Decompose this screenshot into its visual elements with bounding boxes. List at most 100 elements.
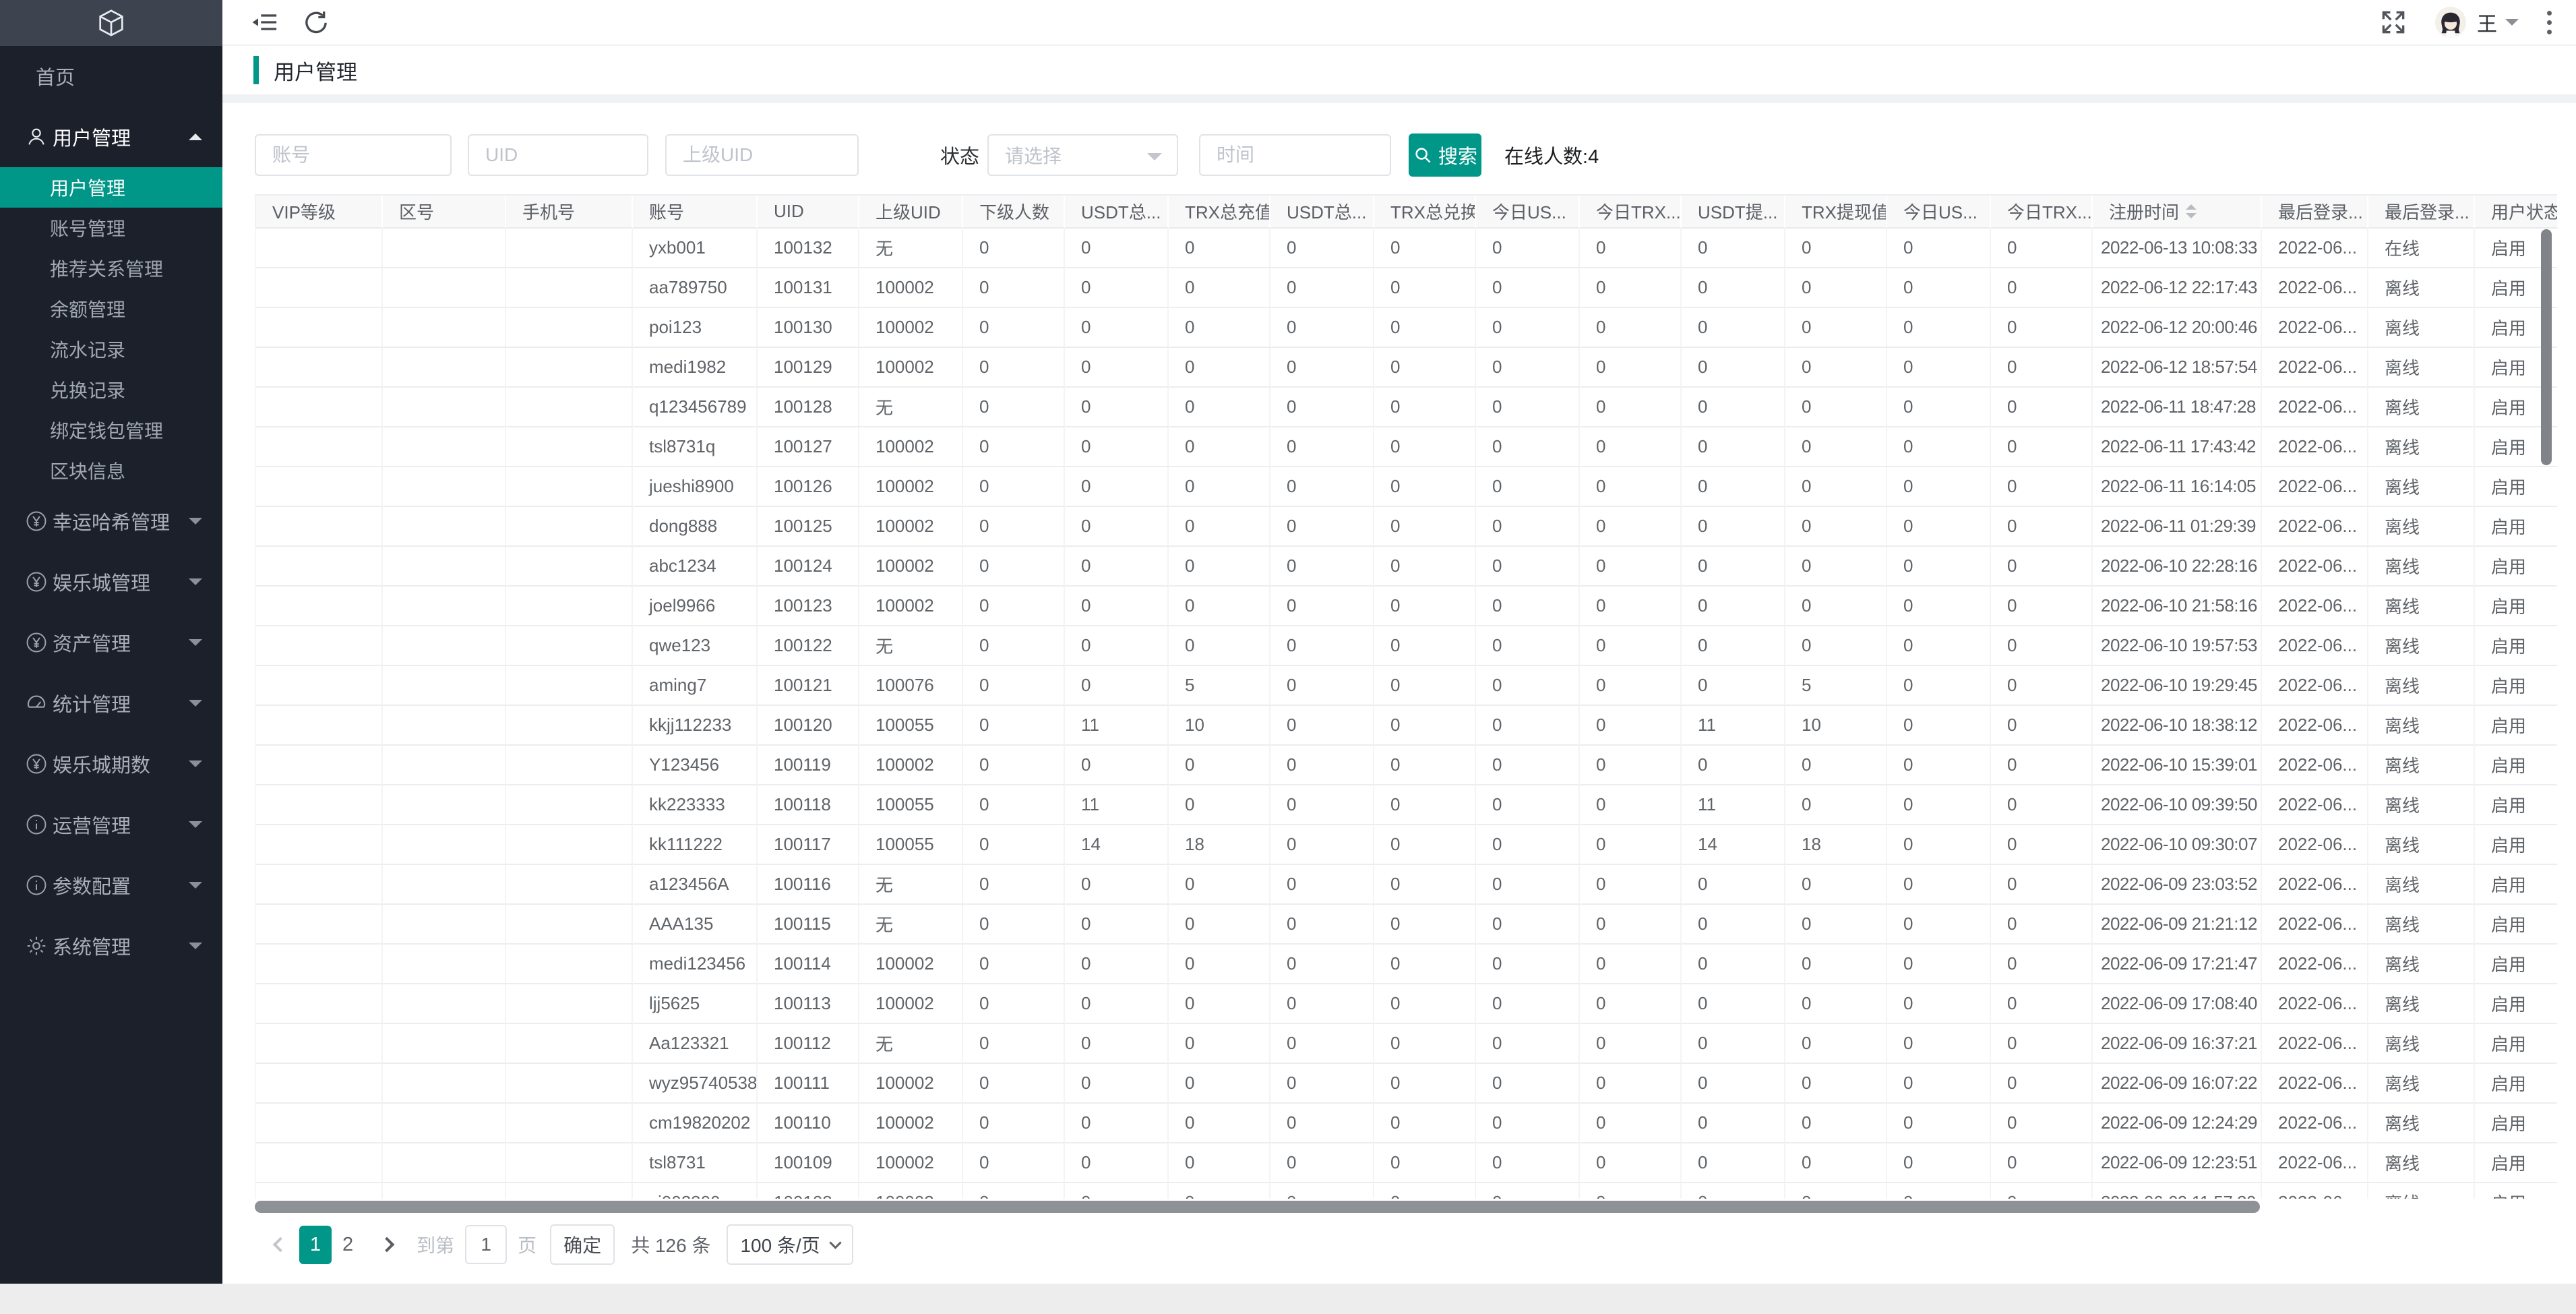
col-last_login_state: 最后登录... [2368,196,2475,229]
cell-usdt_withdraw: 0 [1682,507,1785,547]
time-input[interactable] [1199,134,1392,176]
cell-phone [506,984,633,1024]
more-options-icon[interactable] [2536,5,2563,40]
goto-page-input[interactable] [465,1225,508,1264]
sidebar-item-8[interactable]: 参数配置 [0,855,222,916]
search-button[interactable]: 搜索 [1409,133,1482,177]
sidebar-item-label: 娱乐城管理 [53,573,151,595]
table-row: si002300100108100002000000000002022-06-0… [256,1183,2557,1199]
sidebar-item-7[interactable]: 运营管理 [0,794,222,855]
avatar[interactable] [2435,7,2466,38]
cell-phone [506,626,633,666]
sidebar-item-1[interactable]: 用户管理 [0,107,222,167]
account-input[interactable] [255,134,452,176]
cell-uid: 100111 [758,1064,859,1104]
search-button-label: 搜索 [1438,146,1478,168]
page-1[interactable]: 1 [299,1225,332,1264]
cell-reg_time: 2022-06-09 17:21:47 [2093,945,2262,984]
fullscreen-icon[interactable] [2379,7,2408,37]
cell-usdt_total_exchange: 0 [1270,905,1374,945]
col-area_code: 区号 [383,196,506,229]
col-reg_time[interactable]: 注册时间 [2093,196,2262,229]
cell-last_login_state: 离线 [2368,507,2475,547]
horizontal-scrollbar[interactable] [255,1201,2260,1213]
cell-uid: 100131 [758,268,859,308]
cell-trx_total_recharge: 0 [1169,984,1270,1024]
cell-account: q123456789 [633,388,758,427]
cell-uid: 100122 [758,626,859,666]
parent-uid-input[interactable] [665,134,859,176]
sort-icon[interactable] [2186,204,2197,218]
sidebar-item-6[interactable]: 娱乐城期数 [0,734,222,794]
cell-usdt_total_recharge: 0 [1065,268,1169,308]
cell-trx_total_recharge: 10 [1169,706,1270,746]
cell-usdt_total_recharge: 0 [1065,427,1169,467]
cell-today_usdt_recharge: 0 [1476,626,1580,666]
cell-last_login_time: 2022-06... [2262,626,2368,666]
sidebar-item-2[interactable]: 幸运哈希管理 [0,491,222,551]
sidebar-item-5[interactable]: 统计管理 [0,673,222,734]
cell-trx_withdraw: 0 [1785,1143,1887,1183]
cell-last_login_state: 离线 [2368,984,2475,1024]
cell-usdt_total_recharge: 0 [1065,865,1169,905]
table-header: VIP等级 区号 手机号 账号 UID 上级UID 下级人数 USDT总... TRX总充值 US… [255,194,2558,229]
page-2[interactable]: 2 [332,1234,364,1256]
cell-today_trx_recharge: 0 [1580,626,1682,666]
cell-trx_withdraw: 0 [1785,945,1887,984]
cell-today_usdt_withdraw: 0 [1887,1024,1991,1064]
cell-user_status: 启用 [2475,785,2557,825]
cell-account: joel9966 [633,587,758,626]
vertical-scrollbar[interactable] [2541,229,2552,465]
cell-vip_level [256,507,383,547]
next-page-icon[interactable] [379,1236,395,1253]
sidebar-subitem-1-2[interactable]: 推荐关系管理 [0,248,222,289]
cell-reg_time: 2022-06-10 09:39:50 [2093,785,2262,825]
cell-account: tsl8731 [633,1143,758,1183]
cell-phone [506,507,633,547]
cell-reg_time: 2022-06-10 18:38:12 [2093,706,2262,746]
sidebar-subitem-1-3[interactable]: 余额管理 [0,289,222,329]
uid-input[interactable] [468,134,648,176]
table-row: aming7 100121 100076 0 0 5 0 0 0 0 0 5 0 0 2022-06-10 … [256,666,2557,706]
cell-trx_total_recharge: 0 [1169,1143,1270,1183]
cell-today_usdt_recharge: 0 [1476,785,1580,825]
sidebar-item-0[interactable]: 首页 [0,46,222,107]
cell-trx_total_recharge: 0 [1169,268,1270,308]
cell-parent_uid: 100076 [859,666,963,706]
sidebar-subitem-1-1[interactable]: 账号管理 [0,208,222,248]
sidebar-subitem-1-6[interactable]: 绑定钱包管理 [0,410,222,450]
cell-last_login_time: 2022-06... [2262,706,2368,746]
sidebar-subitem-1-4[interactable]: 流水记录 [0,329,222,369]
refresh-icon[interactable] [301,7,332,38]
cell-vip_level [256,229,383,268]
cell-parent_uid: 100002 [859,268,963,308]
cell-today_trx_recharge: 0 [1580,706,1682,746]
cell-usdt_withdraw: 0 [1682,268,1785,308]
sidebar-item-9[interactable]: 系统管理 [0,916,222,976]
collapse-sidebar-icon[interactable] [249,7,280,38]
cell-trx_total_exchange: 0 [1374,388,1476,427]
page-size-select[interactable]: 100 条/页 [727,1224,853,1265]
sidebar-subitem-1-0[interactable]: 用户管理 [0,167,222,208]
sidebar-subitem-1-5[interactable]: 兑换记录 [0,369,222,410]
cell-usdt_total_exchange: 0 [1270,785,1374,825]
cell-phone [506,308,633,348]
table-row: cm19820202 100110 100002 0 0 0 0 0 0 0 0 0 0 0 2022-06… [256,1104,2557,1143]
cell-uid: 100114 [758,945,859,984]
sidebar-subitem-1-7[interactable]: 区块信息 [0,450,222,491]
table-row: kk111222 100117 100055 0 14 18 0 0 0 0 14 18 0 0 2022-… [256,825,2557,865]
confirm-button[interactable]: 确定 [550,1224,615,1265]
cell-reg_time: 2022-06-13 10:08:33 [2093,229,2262,268]
status-select[interactable]: 请选择 [987,134,1179,176]
cell-last_login_state: 离线 [2368,427,2475,467]
sidebar-item-4[interactable]: 资产管理 [0,612,222,673]
sidebar-item-3[interactable]: 娱乐城管理 [0,551,222,612]
cell-usdt_total_recharge: 0 [1065,945,1169,984]
cell-usdt_withdraw: 0 [1682,1064,1785,1104]
pagination: 12 到第 页 确定 共 126 条 100 条/页 [255,1224,2576,1265]
cell-phone [506,746,633,785]
cell-today_usdt_withdraw: 0 [1887,626,1991,666]
cell-area_code [383,905,506,945]
user-menu-chevron-down-icon[interactable] [2505,19,2519,32]
username[interactable]: 王 [2477,7,2497,37]
